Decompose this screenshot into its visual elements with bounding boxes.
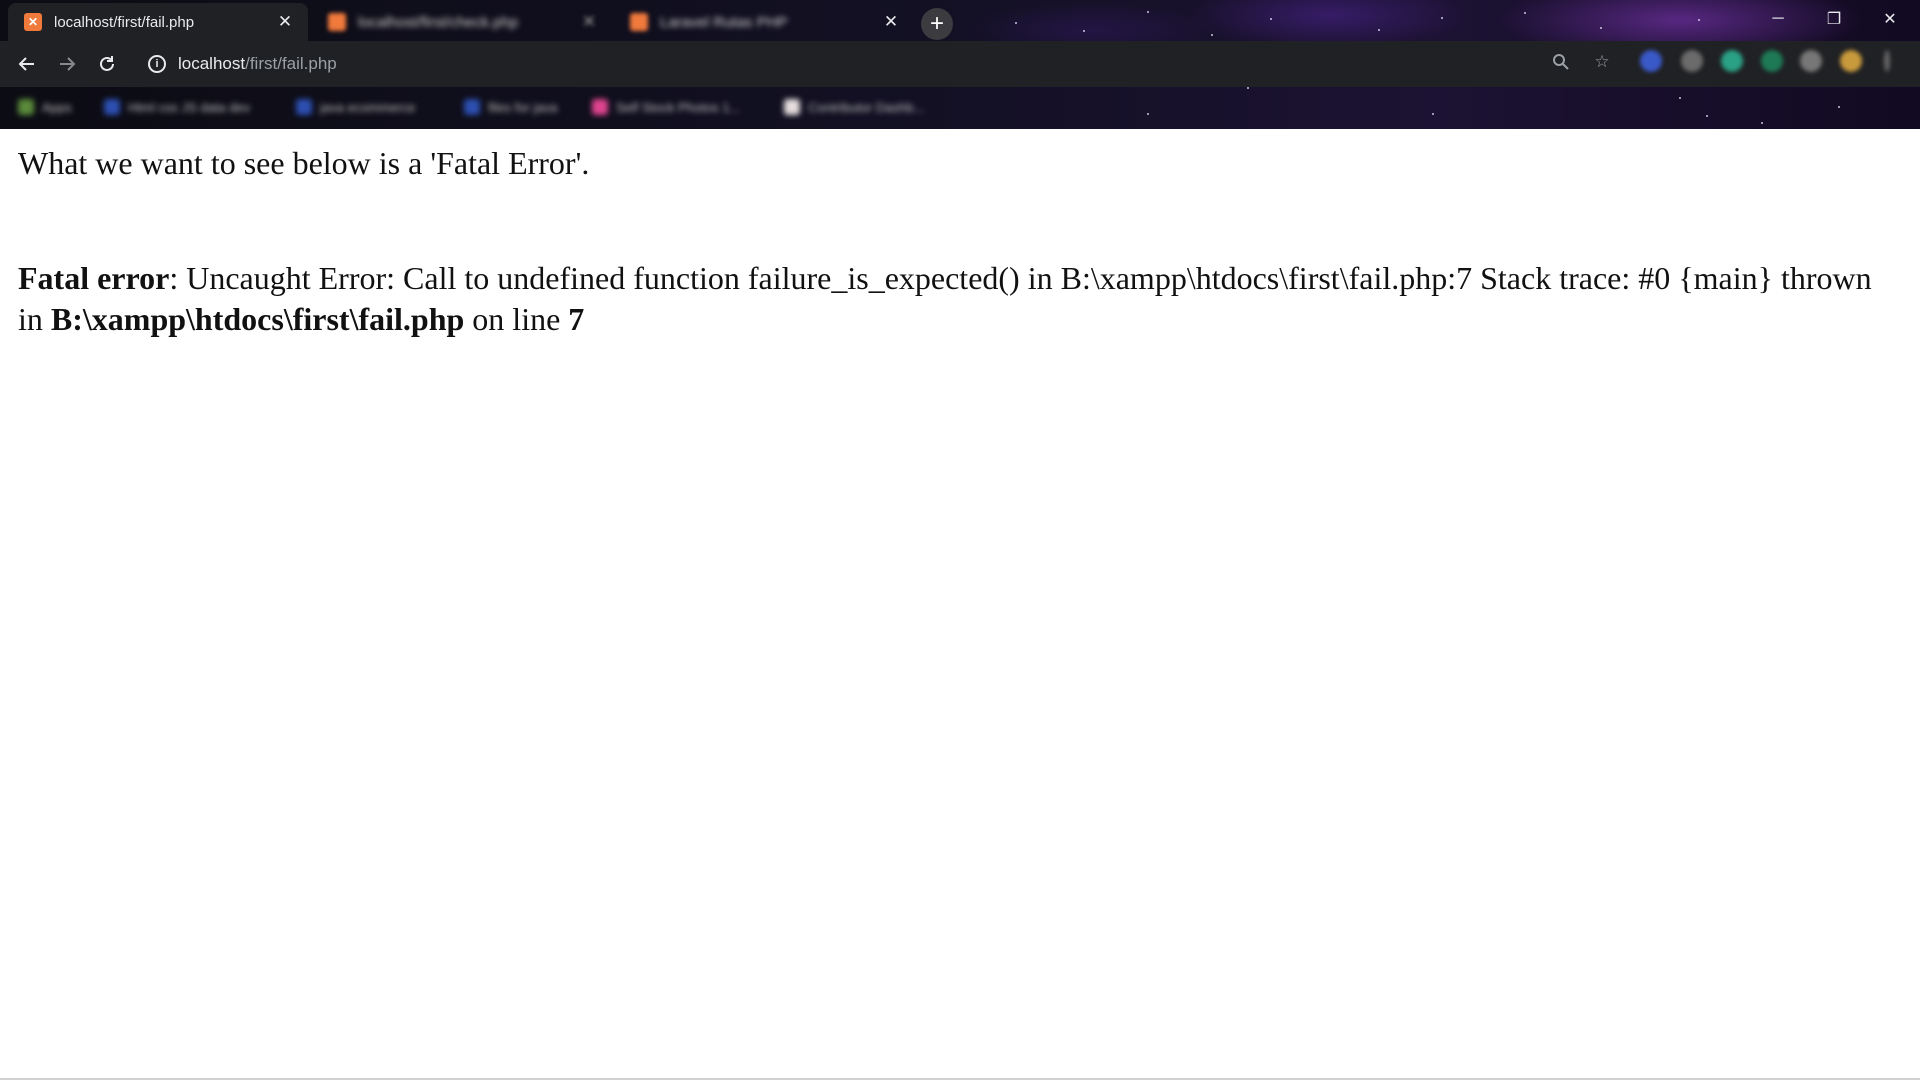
error-line-prefix: on line — [464, 301, 569, 337]
extension-icon[interactable] — [1800, 50, 1822, 72]
close-window-button[interactable]: ✕ — [1862, 0, 1918, 38]
minimize-button[interactable]: ─ — [1750, 0, 1806, 38]
xampp-icon — [328, 13, 346, 31]
new-tab-button[interactable]: + — [921, 8, 953, 40]
page-content: What we want to see below is a 'Fatal Er… — [0, 129, 1920, 1080]
bookmark-item[interactable]: Html css JS data dev — [104, 97, 250, 117]
apps-icon — [18, 99, 34, 115]
tab-title: localhost/first/check.php — [358, 13, 519, 31]
extension-icon[interactable] — [1681, 50, 1703, 72]
error-label: Fatal error — [18, 260, 170, 296]
tab-inactive[interactable]: Laravel Rutas PHP ✕ — [614, 3, 914, 41]
tab-active[interactable]: ✕ localhost/first/fail.php ✕ — [8, 3, 308, 41]
url-path: /first/fail.php — [245, 54, 337, 73]
forward-button[interactable] — [52, 49, 82, 79]
browser-chrome: ✕ localhost/first/fail.php ✕ localhost/f… — [0, 0, 1920, 129]
bookmark-favicon — [592, 99, 608, 115]
xampp-icon: ✕ — [24, 13, 42, 31]
extension-icon[interactable] — [1721, 50, 1743, 72]
error-file: B:\xampp\htdocs\first\fail.php — [50, 301, 465, 337]
back-arrow-icon — [18, 57, 34, 71]
reload-button[interactable] — [92, 49, 122, 79]
bookmark-item[interactable]: files for java — [464, 97, 557, 117]
xampp-icon — [630, 13, 648, 31]
bookmark-item[interactable]: java ecommerce — [296, 97, 415, 117]
tab-close-icon[interactable]: ✕ — [578, 12, 600, 32]
tab-title: localhost/first/fail.php — [54, 13, 195, 31]
tab-close-icon[interactable]: ✕ — [880, 12, 902, 32]
profile-avatar[interactable] — [1840, 50, 1862, 72]
error-line-number: 7 — [568, 301, 585, 337]
browser-toolbar: i localhost /first/fail.php ☆ — [0, 41, 1920, 87]
fatal-error-message: Fatal error: Uncaught Error: Call to und… — [18, 258, 1898, 340]
bookmark-item[interactable]: Apps — [18, 97, 72, 117]
intro-text: What we want to see below is a 'Fatal Er… — [18, 145, 590, 181]
menu-dots-icon[interactable] — [1884, 50, 1890, 72]
bookmark-favicon — [784, 99, 800, 115]
back-button[interactable] — [12, 49, 42, 79]
bookmark-star-icon[interactable]: ☆ — [1587, 47, 1617, 77]
zoom-icon[interactable] — [1546, 47, 1576, 77]
bookmark-item[interactable]: Contributor Dashb... — [784, 97, 924, 117]
tab-inactive[interactable]: localhost/first/check.php ✕ — [312, 3, 612, 41]
folder-icon — [464, 99, 480, 115]
tab-title: Laravel Rutas PHP — [660, 13, 788, 31]
bookmarks-bar: Apps Html css JS data dev java ecommerce… — [0, 87, 1920, 129]
tab-close-icon[interactable]: ✕ — [274, 12, 296, 32]
forward-arrow-icon — [60, 57, 76, 71]
extension-icon[interactable] — [1640, 50, 1662, 72]
folder-icon — [104, 99, 120, 115]
bookmark-item[interactable]: Self Stock Photos 1... — [592, 97, 740, 117]
reload-icon — [100, 56, 114, 71]
restore-button[interactable]: ❐ — [1806, 0, 1862, 38]
url-host: localhost — [178, 54, 246, 73]
info-icon[interactable]: i — [148, 55, 166, 73]
folder-icon — [296, 99, 312, 115]
extension-icon[interactable] — [1761, 50, 1783, 72]
tab-strip: ✕ localhost/first/fail.php ✕ localhost/f… — [0, 0, 1920, 41]
